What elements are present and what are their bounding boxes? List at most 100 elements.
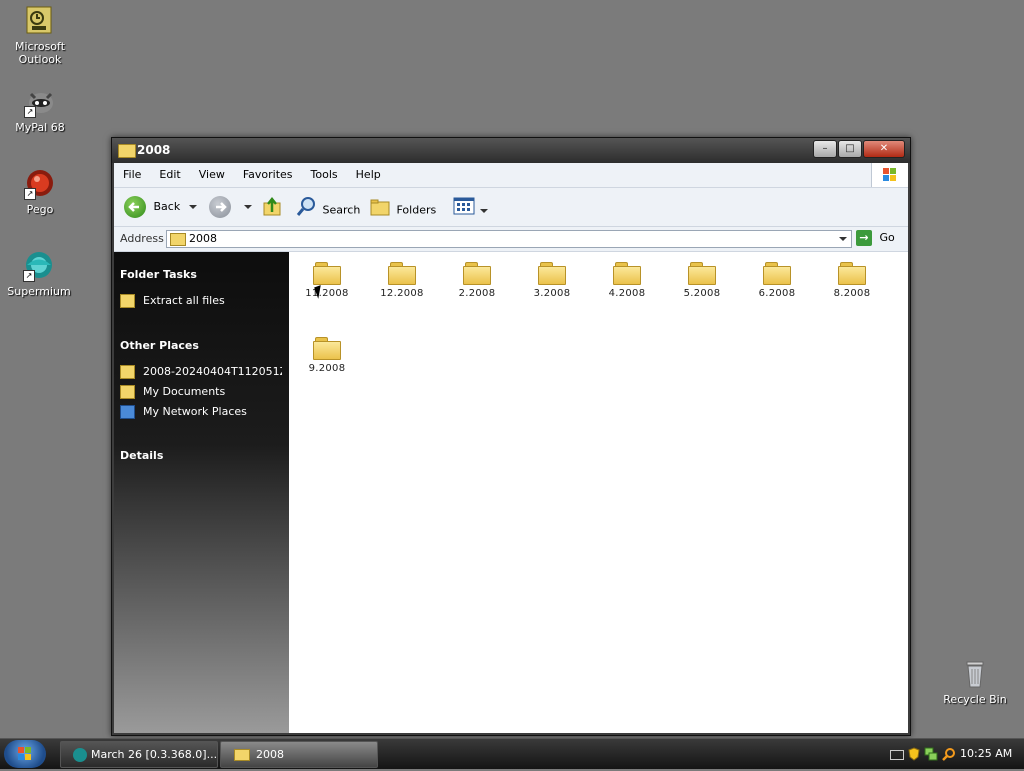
taskbar-item-label: March 26 [0.3.368.0]... — [91, 748, 218, 761]
zip-folder-icon — [120, 365, 135, 379]
menu-view[interactable]: View — [190, 163, 234, 187]
forward-button[interactable] — [209, 195, 231, 219]
place-label: My Network Places — [143, 405, 247, 418]
folder-tasks-header[interactable]: Folder Tasks — [120, 268, 197, 281]
folder-icon — [234, 749, 250, 761]
taskbar-item-browser[interactable]: March 26 [0.3.368.0]... — [60, 741, 218, 768]
keyboard-icon[interactable] — [890, 750, 904, 760]
address-input[interactable]: 2008 — [166, 230, 852, 248]
close-button[interactable]: ✕ — [863, 140, 905, 158]
desktop-icon-mypal[interactable]: ↗ MyPal 68 — [2, 86, 78, 134]
clock[interactable]: 10:25 AM — [960, 747, 1012, 760]
desktop-icon-pego[interactable]: ↗ Pego — [2, 168, 78, 216]
system-tray: 10:25 AM — [890, 739, 1024, 769]
window-title: 2008 — [137, 143, 171, 157]
folders-icon — [369, 195, 393, 226]
supermium-icon — [73, 748, 87, 762]
desktop-icon-label: Recycle Bin — [943, 693, 1007, 706]
search-button[interactable]: Search — [295, 195, 360, 219]
folder-label: 3.2008 — [533, 288, 571, 299]
views-button[interactable] — [452, 195, 488, 219]
taskbar-item-2008[interactable]: 2008 — [220, 741, 378, 768]
folder-label: 2.2008 — [458, 288, 496, 299]
forward-arrow-icon — [209, 196, 231, 218]
folder-item[interactable]: 11.2008 — [289, 262, 365, 299]
folder-icon — [688, 262, 716, 285]
address-value: 2008 — [189, 232, 217, 245]
menu-tools[interactable]: Tools — [302, 163, 347, 187]
network-icon[interactable] — [924, 747, 938, 764]
windows-logo-icon — [871, 163, 908, 187]
folder-label: 8.2008 — [833, 288, 871, 299]
task-extract-all-files[interactable]: Extract all files — [120, 294, 282, 308]
menu-help[interactable]: Help — [347, 163, 390, 187]
folder-icon — [463, 262, 491, 285]
search-icon[interactable] — [942, 747, 956, 764]
desktop-icon-label: MyPal 68 — [15, 121, 65, 134]
address-label: Address — [120, 232, 164, 245]
place-my-network-places[interactable]: My Network Places — [120, 405, 282, 419]
outlook-icon — [24, 5, 56, 37]
desktop-icon-outlook[interactable]: Microsoft Outlook — [2, 5, 78, 66]
address-bar: Address 2008 → Go — [114, 227, 908, 252]
back-dropdown[interactable] — [189, 195, 197, 219]
raccoon-icon: ↗ — [24, 86, 56, 118]
desktop-icon-supermium[interactable]: ↗ Supermium — [1, 250, 77, 298]
folder-item[interactable]: 12.2008 — [364, 262, 440, 299]
folder-label: 12.2008 — [380, 288, 424, 299]
toolbar: Back Search Folders — [114, 188, 908, 227]
folder-icon — [388, 262, 416, 285]
folder-icon — [118, 144, 136, 158]
folder-label: 11.2008 — [305, 288, 349, 299]
up-folder-button[interactable] — [261, 195, 283, 219]
file-list[interactable]: 11.2008 12.2008 2.2008 3.2008 4.2008 5.2… — [289, 252, 908, 733]
place-my-documents[interactable]: My Documents — [120, 385, 282, 399]
folder-icon — [313, 337, 341, 360]
taskbar-item-label: 2008 — [256, 748, 284, 761]
desktop-icon-label: Pego — [26, 203, 54, 216]
minimize-button[interactable]: – — [813, 140, 837, 158]
place-zip-folder[interactable]: 2008-20240404T112051Z-( — [120, 365, 282, 379]
forward-dropdown[interactable] — [244, 195, 252, 219]
chevron-down-icon — [479, 208, 488, 213]
pego-icon: ↗ — [24, 168, 56, 200]
place-label: My Documents — [143, 385, 226, 398]
folder-item[interactable]: 4.2008 — [589, 262, 665, 299]
search-label: Search — [322, 203, 361, 217]
other-places-header[interactable]: Other Places — [120, 339, 199, 352]
menu-edit[interactable]: Edit — [150, 163, 189, 187]
desktop-icon-recycle-bin[interactable]: Recycle Bin — [937, 658, 1013, 706]
go-button[interactable]: → Go — [856, 229, 895, 247]
chevron-down-icon[interactable] — [839, 237, 847, 241]
folder-icon — [170, 233, 186, 246]
menu-file[interactable]: File — [114, 163, 150, 187]
up-folder-icon — [261, 195, 283, 226]
title-bar[interactable]: 2008 – □ ✕ — [112, 138, 910, 163]
folder-label: 9.2008 — [308, 363, 346, 374]
folder-item[interactable]: 6.2008 — [739, 262, 815, 299]
chevron-down-icon — [244, 205, 252, 209]
back-button[interactable]: Back — [124, 195, 180, 219]
start-button[interactable] — [4, 740, 46, 768]
folder-item[interactable]: 2.2008 — [439, 262, 515, 299]
menu-favorites[interactable]: Favorites — [234, 163, 302, 187]
folder-item[interactable]: 3.2008 — [514, 262, 590, 299]
folder-label: 6.2008 — [758, 288, 796, 299]
explorer-window[interactable]: 2008 – □ ✕ File Edit View Favorites Tools Hel… — [111, 137, 911, 736]
folder-item[interactable]: 9.2008 — [289, 337, 365, 374]
folder-icon — [538, 262, 566, 285]
details-header[interactable]: Details — [120, 449, 163, 462]
folder-item[interactable]: 5.2008 — [664, 262, 740, 299]
place-label: 2008-20240404T112051Z-( — [143, 365, 282, 378]
maximize-button[interactable]: □ — [838, 140, 862, 158]
go-arrow-icon: → — [856, 230, 872, 246]
folders-button[interactable]: Folders — [369, 195, 436, 219]
chevron-down-icon — [189, 205, 197, 209]
folder-item[interactable]: 8.2008 — [814, 262, 890, 299]
task-pane: Folder Tasks Extract all files Other Pla… — [114, 252, 289, 733]
zip-folder-icon — [120, 294, 135, 308]
back-arrow-icon — [124, 196, 146, 218]
folder-icon — [838, 262, 866, 285]
taskbar: March 26 [0.3.368.0]... 2008 10:25 AM — [0, 738, 1024, 769]
shield-icon[interactable] — [908, 747, 920, 764]
